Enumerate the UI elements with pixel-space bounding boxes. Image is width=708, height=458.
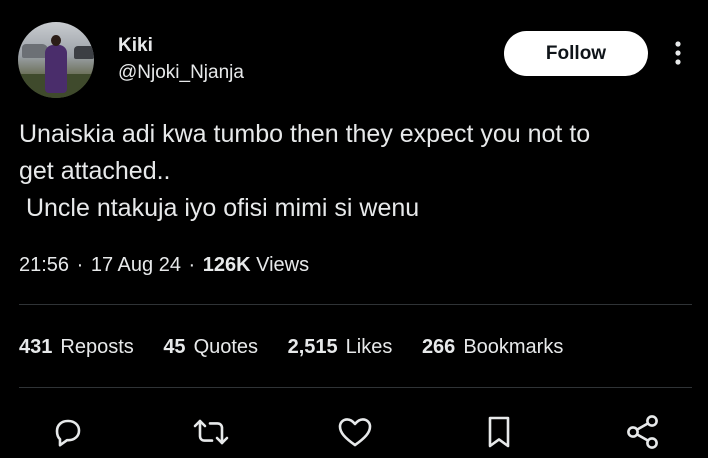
likes-count: 2,515	[287, 336, 338, 358]
like-icon	[336, 414, 374, 450]
reply-button[interactable]	[47, 412, 87, 452]
more-vertical-icon[interactable]	[670, 38, 686, 68]
avatar[interactable]	[18, 22, 94, 98]
bookmark-button[interactable]	[479, 412, 519, 452]
divider	[19, 304, 692, 305]
bookmarks-label: Bookmarks	[463, 336, 564, 358]
reply-icon	[49, 414, 85, 450]
likes-stat[interactable]: 2,515 Likes	[288, 333, 393, 361]
display-name[interactable]: Kiki	[118, 35, 153, 57]
views-label: Views	[256, 254, 310, 276]
meta-separator: ·	[76, 254, 84, 276]
repost-button[interactable]	[191, 412, 231, 452]
tweet-time[interactable]: 21:56	[19, 254, 69, 276]
divider	[19, 387, 692, 388]
share-button[interactable]	[623, 412, 663, 452]
user-handle[interactable]: @Njoki_Njanja	[118, 62, 244, 84]
reposts-stat[interactable]: 431 Reposts	[19, 333, 134, 361]
tweet-date[interactable]: 17 Aug 24	[91, 254, 181, 276]
reposts-count: 431	[19, 336, 53, 358]
reposts-label: Reposts	[60, 336, 134, 358]
repost-icon	[191, 414, 231, 450]
bookmarks-count: 266	[421, 336, 456, 358]
avatar-person	[45, 45, 67, 93]
views-count: 126K	[202, 254, 251, 276]
likes-label: Likes	[345, 336, 393, 358]
like-button[interactable]	[335, 412, 375, 452]
avatar-car	[74, 46, 94, 59]
quotes-count: 45	[163, 336, 186, 358]
follow-button[interactable]: Follow	[504, 31, 648, 76]
meta-separator: ·	[188, 254, 196, 276]
avatar-person-head	[51, 35, 61, 46]
action-bar	[0, 412, 708, 452]
quotes-stat[interactable]: 45 Quotes	[163, 333, 258, 361]
bookmark-icon	[483, 414, 515, 450]
share-icon	[624, 413, 662, 451]
tweet-text: Unaiskia adi kwa tumbo then they expect …	[19, 120, 591, 222]
quotes-label: Quotes	[193, 336, 259, 358]
bookmarks-stat[interactable]: 266 Bookmarks	[422, 333, 563, 361]
engagement-stats: 431 Reposts 45 Quotes 2,515 Likes 266 Bookma…	[19, 333, 587, 361]
tweet-meta: 21:56 · 17 Aug 24 · 126K Views	[19, 252, 309, 278]
